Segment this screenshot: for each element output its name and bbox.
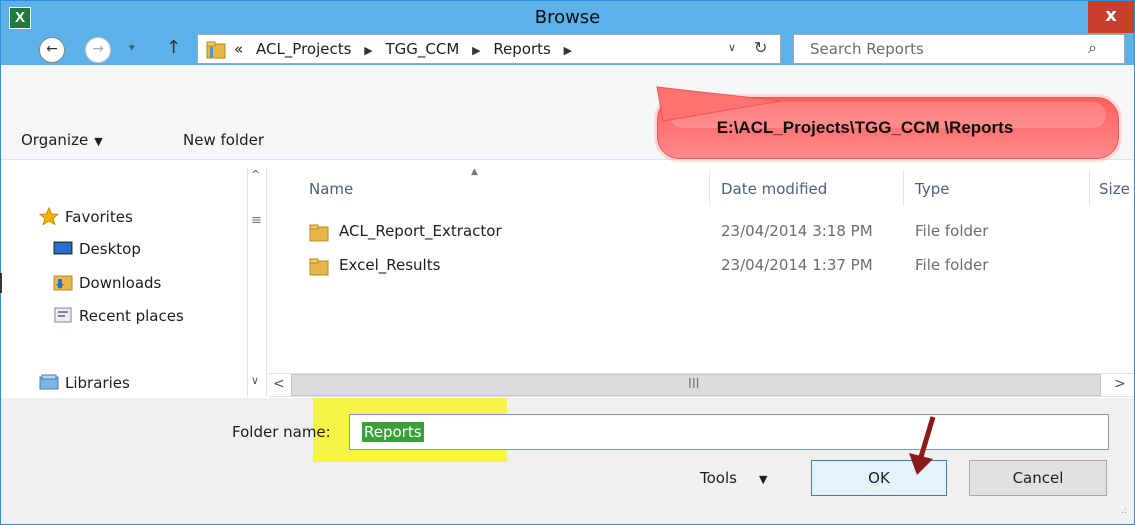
breadcrumb-overflow[interactable]: «: [234, 40, 243, 58]
callout-text: E:\ACL_Projects\TGG_CCM \Reports: [716, 118, 1014, 137]
search-icon[interactable]: ⌕: [1088, 38, 1097, 58]
file-type: File folder: [915, 256, 989, 274]
breadcrumb-acl-projects[interactable]: ACL_Projects: [256, 40, 351, 58]
column-header-type[interactable]: Type: [915, 180, 949, 198]
breadcrumb-reports[interactable]: Reports: [493, 40, 551, 58]
table-row[interactable]: Excel_Results 23/04/2014 1:37 PM File fo…: [269, 252, 1134, 280]
cancel-button[interactable]: Cancel: [969, 460, 1107, 496]
sidebar-item-libraries[interactable]: Libraries: [39, 373, 130, 392]
sort-ascending-icon: ▲: [471, 167, 478, 177]
table-row[interactable]: ACL_Report_Extractor 23/04/2014 3:18 PM …: [269, 218, 1134, 246]
chevron-right-icon[interactable]: ▶: [472, 44, 480, 57]
sidebar-item-label: Downloads: [79, 274, 162, 292]
scroll-down-icon[interactable]: ∨: [251, 374, 259, 387]
recent-locations-icon[interactable]: ▾: [129, 41, 135, 54]
resize-grip-icon[interactable]: .:: [1121, 506, 1127, 516]
star-icon: [38, 206, 60, 226]
organize-button[interactable]: Organize ▼: [21, 131, 103, 149]
folder-name-input[interactable]: Reports: [349, 414, 1109, 450]
scroll-thumb[interactable]: III: [291, 374, 1101, 396]
sidebar-item-recent-places[interactable]: Recent places: [53, 306, 184, 325]
sidebar-item-favorites[interactable]: Favorites: [38, 206, 133, 226]
column-header-size[interactable]: Size: [1099, 180, 1130, 198]
sidebar-item-label: Favorites: [65, 208, 133, 226]
file-date: 23/04/2014 1:37 PM: [721, 256, 873, 274]
sidebar-item-label: Libraries: [65, 374, 130, 392]
scroll-grip-icon[interactable]: ≡: [251, 213, 262, 228]
column-divider[interactable]: [903, 170, 904, 206]
breadcrumb-tgg-ccm[interactable]: TGG_CCM: [385, 40, 459, 58]
new-folder-button[interactable]: New folder: [183, 131, 264, 149]
folder-icon: [309, 258, 329, 280]
column-header-date-modified[interactable]: Date modified: [721, 180, 827, 198]
column-divider[interactable]: [709, 170, 710, 206]
column-divider[interactable]: [1089, 170, 1090, 206]
refresh-icon[interactable]: ↻: [754, 38, 767, 57]
edge-marker: [0, 273, 2, 293]
file-name: Excel_Results: [339, 256, 441, 274]
organize-label: Organize: [21, 131, 89, 149]
sidebar-item-label: Desktop: [79, 240, 141, 258]
folder-name-selected-text[interactable]: Reports: [362, 422, 424, 442]
file-name: ACL_Report_Extractor: [339, 222, 502, 240]
file-list-scrollbar[interactable]: < III >: [269, 373, 1134, 397]
file-type: File folder: [915, 222, 989, 240]
desktop-icon: [53, 241, 73, 257]
back-button[interactable]: ←: [39, 37, 65, 63]
sidebar-scrollbar[interactable]: ^ ≡ ∨: [247, 168, 267, 396]
navigation-pane: Favorites Desktop Downloads Recent place…: [1, 160, 247, 401]
sidebar-item-desktop[interactable]: Desktop: [53, 240, 141, 258]
sidebar-item-label: Recent places: [79, 307, 184, 325]
folder-name-label: Folder name:: [232, 423, 331, 441]
browse-dialog: X Browse x ← → ▾ ↑ « ACL_Projects ▶ TGG_…: [0, 0, 1135, 525]
search-input[interactable]: Search Reports: [810, 35, 924, 63]
annotation-callout: E:\ACL_Projects\TGG_CCM \Reports: [657, 97, 1119, 159]
tools-button[interactable]: Tools ▼: [700, 469, 767, 487]
recent-places-icon: [53, 306, 73, 323]
chevron-right-icon[interactable]: ▶: [364, 44, 372, 57]
scroll-right-icon[interactable]: >: [1114, 376, 1126, 392]
libraries-icon: [39, 373, 59, 390]
dialog-footer: Folder name: Reports Tools ▼ OK Cancel .:: [1, 398, 1134, 524]
folder-icon: [309, 224, 329, 246]
scroll-left-icon[interactable]: <: [273, 376, 285, 392]
forward-button[interactable]: →: [85, 37, 111, 63]
breadcrumb: « ACL_Projects ▶ TGG_CCM ▶ Reports ▶: [234, 35, 580, 65]
up-folder-button[interactable]: ↑: [166, 37, 181, 58]
chevron-down-icon: ▼: [758, 473, 768, 486]
address-dropdown-icon[interactable]: ∨: [728, 41, 736, 54]
ok-button[interactable]: OK: [811, 460, 947, 496]
chevron-right-icon[interactable]: ▶: [564, 44, 572, 57]
close-button[interactable]: x: [1088, 1, 1134, 33]
file-list: ▲ Name Date modified Type Size ACL_Repor…: [269, 160, 1134, 372]
scroll-grip-icon: III: [688, 377, 700, 392]
address-bar[interactable]: « ACL_Projects ▶ TGG_CCM ▶ Reports ▶ ∨ ↻: [197, 34, 781, 64]
folder-icon: [206, 41, 226, 63]
chevron-down-icon: ▼: [94, 135, 103, 148]
sidebar-item-downloads[interactable]: Downloads: [53, 273, 161, 292]
column-header-name[interactable]: Name: [309, 180, 353, 198]
search-box[interactable]: Search Reports ⌕: [793, 34, 1125, 64]
scroll-up-icon[interactable]: ^: [251, 168, 260, 181]
title-bar[interactable]: X Browse x ← → ▾ ↑ « ACL_Projects ▶ TGG_…: [1, 1, 1134, 65]
downloads-icon: [53, 273, 73, 291]
tools-label: Tools: [700, 469, 737, 487]
file-date: 23/04/2014 3:18 PM: [721, 222, 873, 240]
